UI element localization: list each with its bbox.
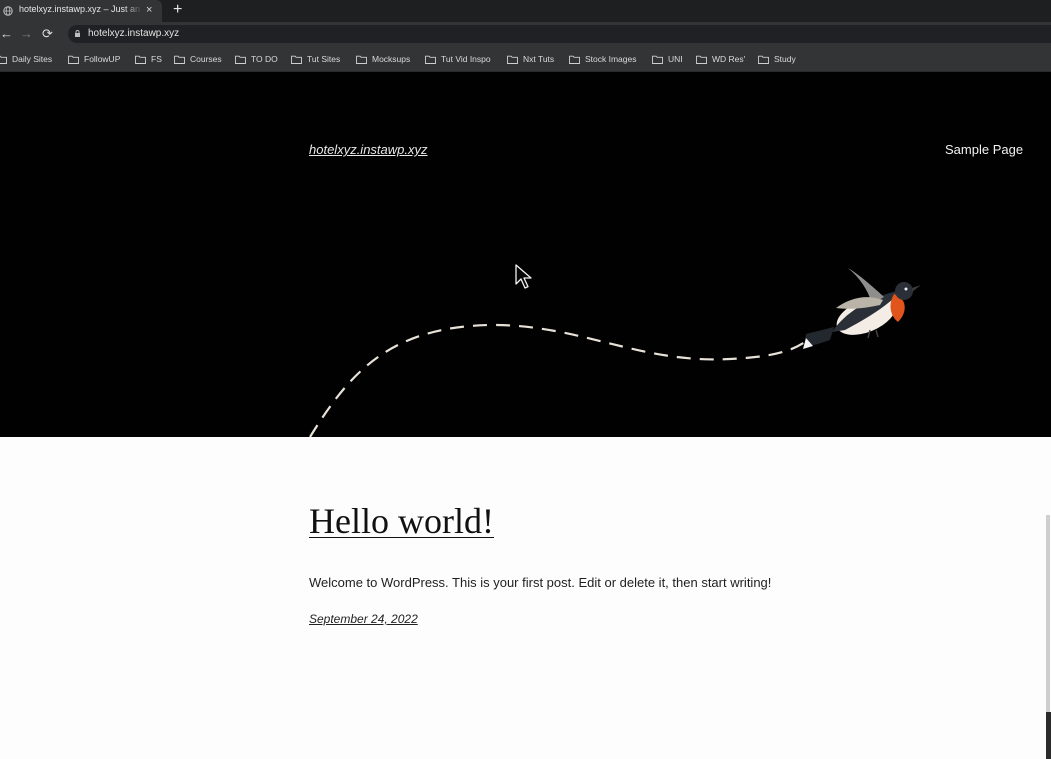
folder-icon bbox=[652, 55, 663, 64]
bird-icon bbox=[803, 268, 921, 349]
folder-icon bbox=[569, 55, 580, 64]
bookmark-daily-sites[interactable]: Daily Sites bbox=[0, 53, 52, 65]
browser-toolbar: ← → ⟳ hotelxyz.instawp.xyz bbox=[0, 22, 1051, 46]
bookmark-courses[interactable]: Courses bbox=[174, 53, 222, 65]
folder-icon bbox=[0, 55, 7, 64]
bookmark-stock-images[interactable]: Stock Images bbox=[569, 53, 637, 65]
post-title-link[interactable]: Hello world! bbox=[309, 500, 494, 542]
bookmark-tut-vid-inspo[interactable]: Tut Vid Inspo bbox=[425, 53, 491, 65]
bookmark-to-do[interactable]: TO DO bbox=[235, 53, 278, 65]
bookmark-label: Tut Vid Inspo bbox=[441, 54, 491, 64]
bookmark-label: WD Res' bbox=[712, 54, 746, 64]
scrollbar-thumb[interactable] bbox=[1046, 712, 1051, 759]
bookmark-label: Tut Sites bbox=[307, 54, 341, 64]
bookmark-label: Daily Sites bbox=[12, 54, 53, 64]
bird-illustration bbox=[309, 268, 921, 437]
bookmark-mocksups[interactable]: Mocksups bbox=[356, 53, 410, 65]
folder-icon bbox=[235, 55, 246, 64]
back-arrow-icon[interactable]: ← bbox=[0, 26, 13, 42]
address-bar[interactable]: hotelxyz.instawp.xyz bbox=[68, 25, 1051, 43]
nav-sample-page[interactable]: Sample Page bbox=[945, 142, 1023, 157]
bookmark-uni[interactable]: UNI bbox=[652, 53, 683, 65]
site-title-link[interactable]: hotelxyz.instawp.xyz bbox=[309, 142, 428, 157]
bookmark-wd-res[interactable]: WD Res' bbox=[696, 53, 745, 65]
bookmark-label: UNI bbox=[668, 54, 683, 64]
bookmark-nxt-tuts[interactable]: Nxt Tuts bbox=[507, 53, 554, 65]
folder-icon bbox=[758, 55, 769, 64]
tab-title: hotelxyz.instawp.xyz – Just an bbox=[19, 4, 141, 14]
folder-icon bbox=[174, 55, 185, 64]
post-date-link[interactable]: September 24, 2022 bbox=[309, 612, 418, 626]
bookmark-label: FS bbox=[151, 54, 162, 64]
folder-icon bbox=[696, 55, 707, 64]
lock-icon bbox=[75, 30, 80, 37]
bookmark-study[interactable]: Study bbox=[758, 53, 796, 65]
folder-icon bbox=[135, 55, 146, 64]
bookmark-label: Study bbox=[774, 54, 796, 64]
post-excerpt: Welcome to WordPress. This is your first… bbox=[309, 575, 772, 590]
mouse-cursor-icon bbox=[515, 264, 532, 289]
close-tab-icon[interactable]: × bbox=[146, 3, 152, 17]
bookmark-label: Nxt Tuts bbox=[523, 54, 555, 64]
bookmark-label: Courses bbox=[190, 54, 222, 64]
bookmark-followup[interactable]: FollowUP bbox=[68, 53, 120, 65]
browser-tab[interactable]: hotelxyz.instawp.xyz – Just an × bbox=[0, 0, 162, 22]
folder-icon bbox=[425, 55, 436, 64]
bookmark-label: TO DO bbox=[251, 54, 278, 64]
bookmark-tut-sites[interactable]: Tut Sites bbox=[291, 53, 340, 65]
bookmark-label: FollowUP bbox=[84, 54, 121, 64]
globe-icon bbox=[3, 6, 13, 16]
new-tab-icon[interactable]: + bbox=[173, 1, 182, 19]
bookmark-label: Mocksups bbox=[372, 54, 411, 64]
folder-icon bbox=[507, 55, 518, 64]
bookmarks-bar: Daily Sites FollowUP FS Courses TO DO Tu… bbox=[0, 46, 1051, 72]
folder-icon bbox=[68, 55, 79, 64]
folder-icon bbox=[291, 55, 302, 64]
dashed-flight-path bbox=[309, 323, 806, 437]
forward-arrow-icon[interactable]: → bbox=[20, 26, 33, 42]
address-url: hotelxyz.instawp.xyz bbox=[88, 28, 180, 39]
bookmark-fs[interactable]: FS bbox=[135, 53, 162, 65]
bookmark-label: Stock Images bbox=[585, 54, 637, 64]
site-header: hotelxyz.instawp.xyz Sample Page bbox=[0, 72, 1051, 437]
reload-icon[interactable]: ⟳ bbox=[42, 26, 53, 42]
browser-tab-strip: hotelxyz.instawp.xyz – Just an × + bbox=[0, 0, 1051, 22]
folder-icon bbox=[356, 55, 367, 64]
